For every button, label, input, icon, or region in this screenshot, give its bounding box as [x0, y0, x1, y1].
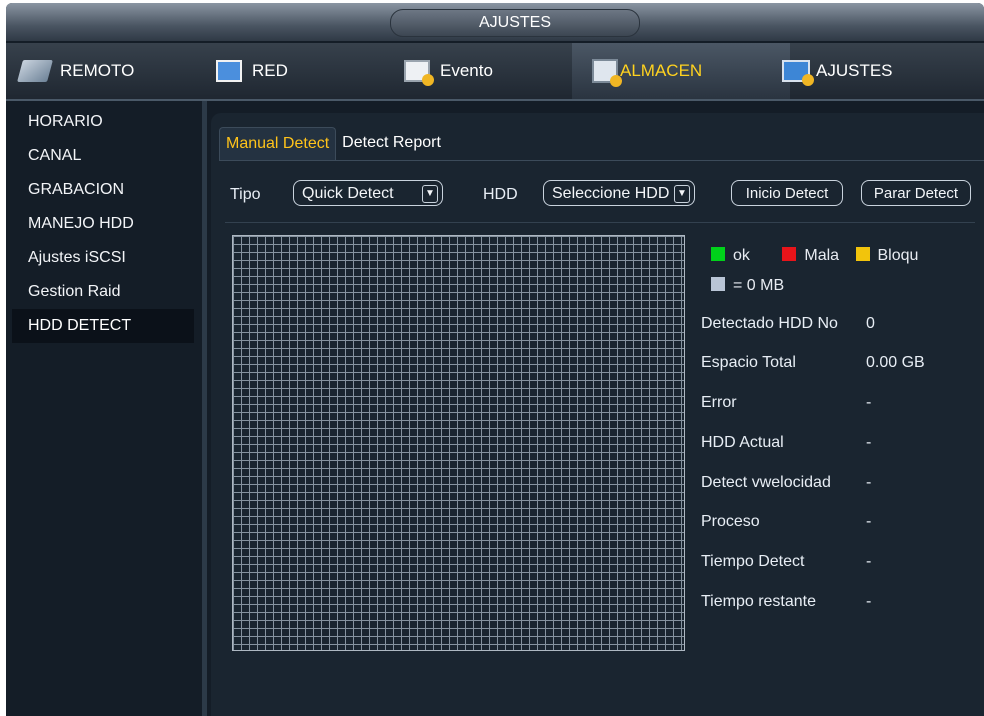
sidebar-item-canal[interactable]: CANAL — [6, 139, 202, 173]
legend-row-1: ok Mala Bloqu — [711, 247, 918, 265]
info-label-tiempo-detect: Tiempo Detect — [701, 553, 805, 570]
legend-ok: ok — [733, 247, 750, 264]
tipo-label: Tipo — [230, 186, 261, 203]
tab-label: RED — [252, 61, 288, 80]
tab-label: REMOTO — [60, 61, 135, 80]
sidebar-divider — [202, 101, 207, 716]
chevron-down-icon: ▼ — [422, 185, 438, 203]
info-label-espacio: Espacio Total — [701, 354, 796, 371]
info-label-tiempo-restante: Tiempo restante — [701, 593, 817, 610]
sidebar: HORARIO CANAL GRABACION MANEJO HDD Ajust… — [6, 101, 202, 716]
toolbar-separator — [225, 222, 975, 223]
bloqu-swatch — [855, 247, 870, 261]
storage-icon — [592, 59, 622, 87]
tipo-select[interactable]: Quick Detect ▼ — [293, 180, 443, 206]
mala-swatch — [782, 247, 797, 261]
tab-almacen[interactable]: ALMACEN — [572, 43, 790, 99]
tab-label: Evento — [440, 61, 493, 80]
info-label-proceso: Proceso — [701, 513, 760, 530]
legend-unit: = 0 MB — [733, 277, 785, 294]
sidebar-item-manejo-hdd[interactable]: MANEJO HDD — [6, 207, 202, 241]
sidebar-item-gestion-raid[interactable]: Gestion Raid — [6, 275, 202, 309]
subtab-manual-detect[interactable]: Manual Detect — [219, 127, 337, 160]
info-label-hdd-actual: HDD Actual — [701, 434, 784, 451]
info-value-hdd-actual: - — [866, 434, 872, 451]
info-value-tiempo-detect: - — [866, 553, 872, 570]
tab-label: ALMACEN — [620, 61, 703, 80]
info-value-espacio: 0.00 GB — [866, 354, 925, 371]
legend-mala: Mala — [804, 247, 840, 264]
legend-row-2: = 0 MB — [711, 277, 784, 295]
network-icon — [216, 60, 242, 82]
sidebar-item-grabacion[interactable]: GRABACION — [6, 173, 202, 207]
hdd-label: HDD — [483, 186, 518, 203]
settings-icon — [782, 60, 814, 86]
subtab-bar: Manual Detect Detect Report — [219, 127, 447, 161]
subtab-underline — [219, 160, 984, 161]
tab-ajustes[interactable]: AJUSTES — [782, 43, 972, 99]
sidebar-item-horario[interactable]: HORARIO — [6, 105, 202, 139]
remote-camera-icon — [17, 60, 53, 82]
settings-window: AJUSTES REMOTO RED Evento ALMACEN AJUSTE… — [6, 3, 984, 716]
info-label-velocidad: Detect vwelocidad — [701, 474, 831, 491]
window-title: AJUSTES — [390, 9, 640, 37]
title-bar: AJUSTES — [6, 3, 984, 41]
tab-remoto[interactable]: REMOTO — [6, 43, 210, 99]
hdd-select[interactable]: Seleccione HDD ▼ — [543, 180, 695, 206]
info-value-velocidad: - — [866, 474, 872, 491]
tab-red[interactable]: RED — [216, 43, 366, 99]
info-label-error: Error — [701, 394, 737, 411]
hdd-sector-grid — [232, 235, 685, 651]
info-label-hdd-no: Detectado HDD No — [701, 315, 838, 332]
unit-swatch — [711, 277, 725, 291]
stop-detect-button[interactable]: Parar Detect — [861, 180, 971, 206]
tab-evento[interactable]: Evento — [404, 43, 554, 99]
subtab-detect-report[interactable]: Detect Report — [336, 127, 447, 159]
top-tab-bar: REMOTO RED Evento ALMACEN AJUSTES — [6, 43, 984, 101]
sidebar-item-ajustes-iscsi[interactable]: Ajustes iSCSI — [6, 241, 202, 275]
hdd-select-value: Seleccione HDD — [552, 185, 670, 202]
info-value-error: - — [866, 394, 872, 411]
event-icon — [404, 60, 434, 86]
legend-bloqu: Bloqu — [877, 247, 919, 264]
info-value-proceso: - — [866, 513, 872, 530]
sidebar-item-hdd-detect[interactable]: HDD DETECT — [12, 309, 194, 343]
tipo-select-value: Quick Detect — [302, 185, 394, 202]
tab-label: AJUSTES — [816, 61, 893, 80]
info-value-tiempo-restante: - — [866, 593, 872, 610]
info-value-hdd-no: 0 — [866, 315, 875, 332]
start-detect-button[interactable]: Inicio Detect — [731, 180, 843, 206]
chevron-down-icon: ▼ — [674, 185, 690, 203]
ok-swatch — [711, 247, 725, 261]
main-panel: Manual Detect Detect Report Tipo Quick D… — [211, 113, 984, 716]
